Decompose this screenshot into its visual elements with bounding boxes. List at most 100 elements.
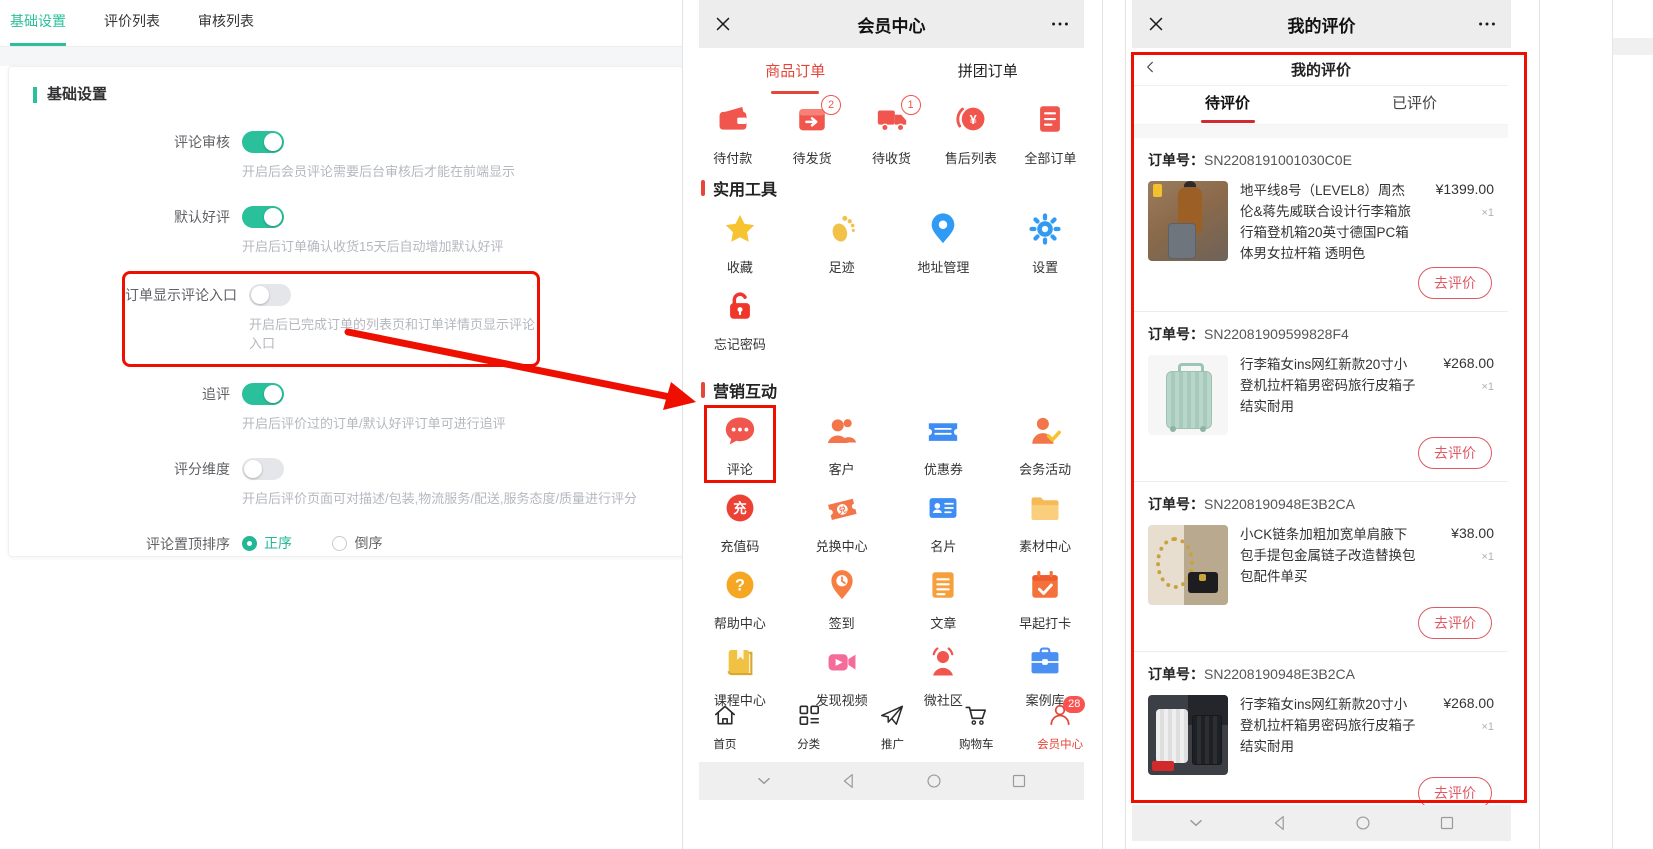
more-menu-icon[interactable]	[1463, 0, 1511, 48]
menu-item-micro-community[interactable]: 微社区	[893, 645, 995, 709]
nav-hide-icon[interactable]	[1176, 808, 1216, 838]
status-pending-receipt[interactable]: 1 待收货	[852, 102, 931, 167]
panel-gap	[0, 47, 682, 66]
menu-item-footprints[interactable]: 足迹	[791, 212, 893, 276]
nav-back-icon[interactable]	[829, 766, 869, 796]
nav-back-icon[interactable]	[1260, 808, 1300, 838]
product-image-chain-bag	[1148, 525, 1228, 605]
menu-item-exchange-center[interactable]: 兑换中心	[791, 491, 893, 555]
order-card: 订单号：SN2208191001030C0E 地平线8号（LEVEL8）周杰伦&…	[1134, 138, 1508, 312]
radio-label: 倒序	[354, 533, 382, 553]
nav-recents-icon[interactable]	[999, 766, 1039, 796]
tabbar-category[interactable]: 分类	[767, 702, 851, 760]
status-all-orders[interactable]: 全部订单	[1011, 102, 1090, 167]
basic-settings-card: 基础设置 评论审核 开启后会员评论需要后台审核后才能在前端显示 默认好评 开启后…	[8, 66, 684, 557]
go-review-button[interactable]: 去评价	[1418, 267, 1492, 299]
default-good-review-toggle[interactable]	[242, 206, 284, 228]
menu-item-favorites[interactable]: 收藏	[689, 212, 791, 276]
menu-item-forgot-password[interactable]: 忘记密码	[689, 289, 791, 353]
setting-comment-audit: 评论审核 开启后会员评论需要后台审核后才能在前端显示	[9, 131, 683, 180]
community-icon	[926, 645, 960, 679]
menu-item-discover-video[interactable]: 发现视频	[791, 645, 893, 709]
setting-pin-sort: 评论置顶排序 正序 倒序	[9, 533, 683, 556]
member-center-header: 会员中心	[699, 0, 1084, 48]
order-no-label: 订单号：	[1148, 496, 1204, 512]
order-status-row: 待付款 2 待发货 1 待收货 售后列表 全部订单	[693, 102, 1090, 167]
menu-item-morning-checkin[interactable]: 早起打卡	[994, 568, 1096, 632]
menu-item-address[interactable]: 地址管理	[893, 212, 995, 276]
product-price: ¥268.00	[1424, 355, 1494, 371]
pending-review-order-list: 订单号：SN2208191001030C0E 地平线8号（LEVEL8）周杰伦&…	[1134, 138, 1508, 821]
comment-audit-toggle[interactable]	[242, 131, 284, 153]
video-icon	[825, 645, 859, 679]
product-qty: ×1	[1424, 207, 1494, 219]
close-icon[interactable]	[699, 0, 747, 48]
menu-item-help-center[interactable]: 帮助中心	[689, 568, 791, 632]
menu-item-checkin[interactable]: 签到	[791, 568, 893, 632]
status-pending-shipment[interactable]: 2 待发货	[772, 102, 851, 167]
order-no-label: 订单号：	[1148, 152, 1204, 168]
status-after-sale[interactable]: 售后列表	[931, 102, 1010, 167]
my-reviews-inner-title: 我的评价	[1134, 59, 1508, 80]
menu-item-material-center[interactable]: 素材中心	[994, 491, 1096, 555]
go-review-button[interactable]: 去评价	[1418, 437, 1492, 469]
menu-item-events[interactable]: 会务活动	[994, 414, 1096, 478]
member-center-screen: 会员中心 商品订单 拼团订单 待付款 2 待发货 1 待收货	[682, 0, 1103, 849]
product-image-mint-suitcase	[1148, 355, 1228, 435]
nav-home-icon[interactable]	[1343, 808, 1383, 838]
radio-sort-asc[interactable]: 正序	[242, 533, 292, 553]
status-pending-payment[interactable]: 待付款	[693, 102, 772, 167]
tabbar-member-center[interactable]: 28 会员中心	[1018, 702, 1102, 760]
tab-basic-settings[interactable]: 基础设置	[10, 0, 66, 46]
tab-audit-list[interactable]: 审核列表	[198, 0, 254, 46]
my-reviews-screen: 我的评价 我的评价 待评价 已评价 订单号：SN2208191001030C0E…	[1125, 0, 1540, 849]
setting-description: 开启后评价过的订单/默认好评订单可进行追评	[242, 413, 683, 432]
tab-product-orders[interactable]: 商品订单	[699, 50, 892, 96]
product-title: 地平线8号（LEVEL8）周杰伦&蒋先威联合设计行李箱旅行箱登机箱20英寸德国P…	[1240, 181, 1416, 265]
menu-item-customers[interactable]: 客户	[791, 414, 893, 478]
tab-pending-review[interactable]: 待评价	[1134, 86, 1321, 124]
rating-dimension-toggle[interactable]	[242, 458, 284, 480]
nav-recents-icon[interactable]	[1427, 808, 1467, 838]
wallet-icon	[716, 102, 750, 136]
utility-grid: 收藏 足迹 地址管理 设置 忘记密码	[689, 212, 1096, 353]
tabbar-promote[interactable]: 推广	[851, 702, 935, 760]
follow-up-review-toggle[interactable]	[242, 383, 284, 405]
menu-item-settings[interactable]: 设置	[994, 212, 1096, 276]
screenshot-root: 基础设置 评价列表 审核列表 基础设置 评论审核 开启后会员评论需要后台审核后才…	[0, 0, 1653, 849]
comment-icon	[723, 414, 757, 448]
product-title: 小CK链条加粗加宽单肩腋下包手提包金属链子改造替换包包配件单买	[1240, 525, 1416, 605]
product-title: 行李箱女ins网红新款20寸小登机拉杆箱男密码旅行皮箱子结实耐用	[1240, 695, 1416, 775]
close-icon[interactable]	[1132, 0, 1180, 48]
tab-reviewed[interactable]: 已评价	[1321, 86, 1508, 124]
business-card-icon	[926, 491, 960, 525]
setting-label: 评论置顶排序	[9, 533, 242, 555]
category-icon	[796, 702, 822, 728]
order-review-entry-toggle[interactable]	[249, 284, 291, 306]
nav-home-icon[interactable]	[914, 766, 954, 796]
tab-group-orders[interactable]: 拼团订单	[892, 50, 1085, 96]
product-price: ¥268.00	[1424, 695, 1494, 711]
case-icon	[1028, 645, 1062, 679]
radio-sort-desc[interactable]: 倒序	[332, 533, 382, 553]
menu-item-coupons[interactable]: 优惠券	[893, 414, 995, 478]
menu-item-course-center[interactable]: 课程中心	[689, 645, 791, 709]
member-badge: 28	[1063, 696, 1085, 713]
tabbar-cart[interactable]: 购物车	[934, 702, 1018, 760]
product-qty: ×1	[1424, 381, 1494, 393]
nav-hide-icon[interactable]	[744, 766, 784, 796]
tabbar-home[interactable]: 首页	[683, 702, 767, 760]
menu-item-comments[interactable]: 评论	[689, 414, 791, 478]
go-review-button[interactable]: 去评价	[1418, 777, 1492, 809]
section-title: 基础设置	[33, 87, 683, 103]
more-menu-icon[interactable]	[1036, 0, 1084, 48]
menu-item-recharge-code[interactable]: 充值码	[689, 491, 791, 555]
go-review-button[interactable]: 去评价	[1418, 607, 1492, 639]
status-badge: 2	[821, 95, 841, 115]
course-icon	[723, 645, 757, 679]
tab-review-list[interactable]: 评价列表	[104, 0, 160, 46]
menu-item-articles[interactable]: 文章	[893, 568, 995, 632]
menu-item-business-card[interactable]: 名片	[893, 491, 995, 555]
highlight-box-order-review-entry: 订单显示评论入口 开启后已完成订单的列表页和订单详情页显示评论入口	[122, 271, 540, 367]
order-card: 订单号：SN2208190948E3B2CA 行李箱女ins网红新款20寸小登机…	[1134, 652, 1508, 821]
